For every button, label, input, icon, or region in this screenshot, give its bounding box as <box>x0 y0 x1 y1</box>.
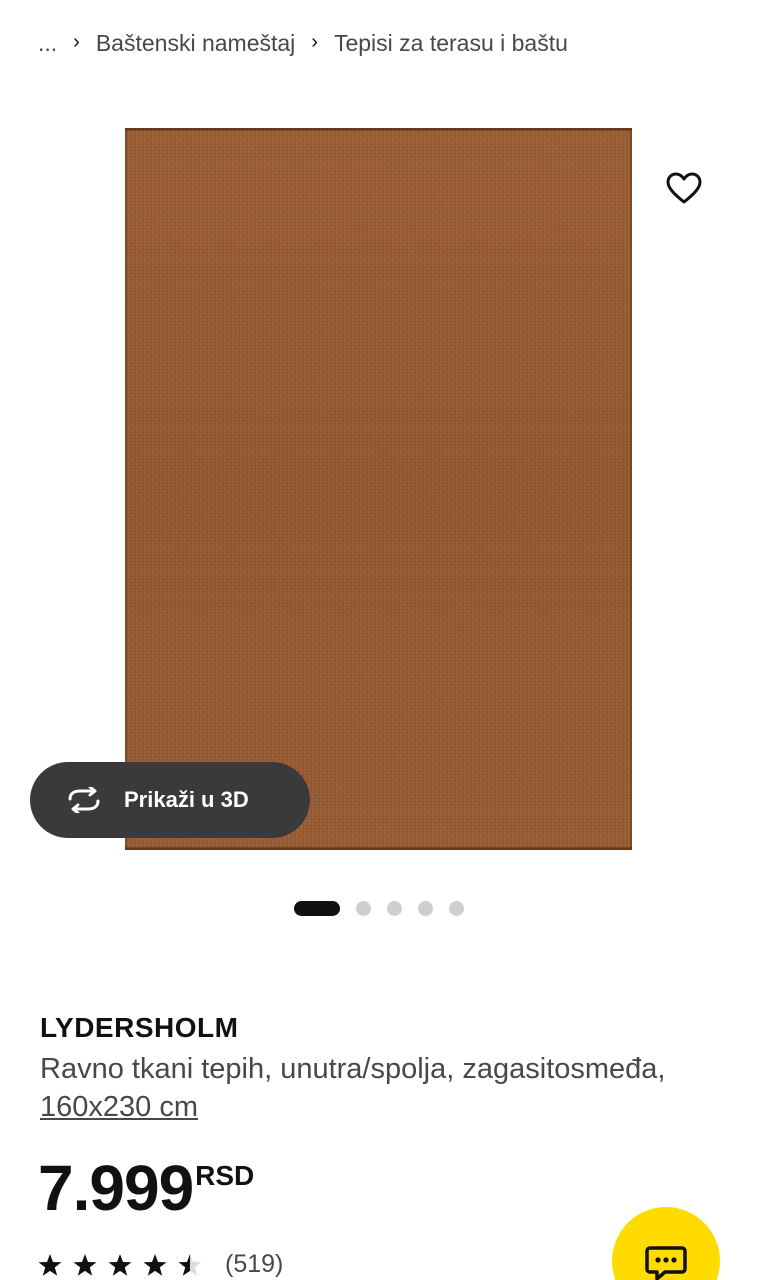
rug-bottom-edge <box>125 847 632 850</box>
rotate-3d-icon <box>64 787 104 813</box>
product-image-rug <box>125 128 632 850</box>
rating-stars <box>38 1253 213 1277</box>
carousel-indicator <box>0 901 758 916</box>
view-3d-label: Prikaži u 3D <box>124 787 249 812</box>
product-description: Ravno tkani tepih, unutra/spolja, zagasi… <box>40 1050 680 1126</box>
chat-bubble-icon <box>645 1246 687 1280</box>
product-description-text: Ravno tkani tepih, unutra/spolja, zagasi… <box>40 1053 666 1085</box>
star-icon <box>38 1253 62 1276</box>
star-icon <box>108 1253 132 1276</box>
carousel-dot[interactable] <box>418 901 433 916</box>
carousel-dot-active[interactable] <box>294 901 340 916</box>
breadcrumb: ... › Baštenski nameštaj › Tepisi za ter… <box>38 30 738 57</box>
carousel-dot[interactable] <box>387 901 402 916</box>
star-icon <box>73 1253 97 1276</box>
carousel-dot[interactable] <box>356 901 371 916</box>
product-page: ... › Baštenski nameštaj › Tepisi za ter… <box>0 0 758 1280</box>
chat-button[interactable] <box>612 1207 720 1280</box>
heart-icon <box>666 172 702 204</box>
breadcrumb-garden-furniture[interactable]: Baštenski nameštaj <box>96 30 295 57</box>
view-3d-button[interactable]: Prikaži u 3D <box>30 762 310 838</box>
chevron-right-icon: › <box>73 31 80 53</box>
half-star-icon <box>178 1253 202 1276</box>
rug-top-edge <box>125 128 632 131</box>
price-currency: RSD <box>195 1160 255 1191</box>
breadcrumb-outdoor-rugs[interactable]: Tepisi za terasu i baštu <box>334 30 568 57</box>
price-amount: 7.999 <box>38 1152 194 1224</box>
chevron-right-icon: › <box>311 31 318 53</box>
product-name: LYDERSHOLM <box>40 1012 239 1043</box>
favorite-button[interactable] <box>662 166 706 210</box>
product-image-gallery[interactable]: Prikaži u 3D <box>0 96 758 896</box>
breadcrumb-ellipsis[interactable]: ... <box>38 30 57 57</box>
size-link[interactable]: 160x230 cm <box>40 1091 198 1123</box>
review-count[interactable]: (519) <box>225 1250 283 1279</box>
product-rating[interactable]: (519) <box>38 1250 283 1279</box>
star-icon <box>143 1253 167 1276</box>
product-price: 7.999 RSD <box>38 1150 254 1226</box>
carousel-dot[interactable] <box>449 901 464 916</box>
